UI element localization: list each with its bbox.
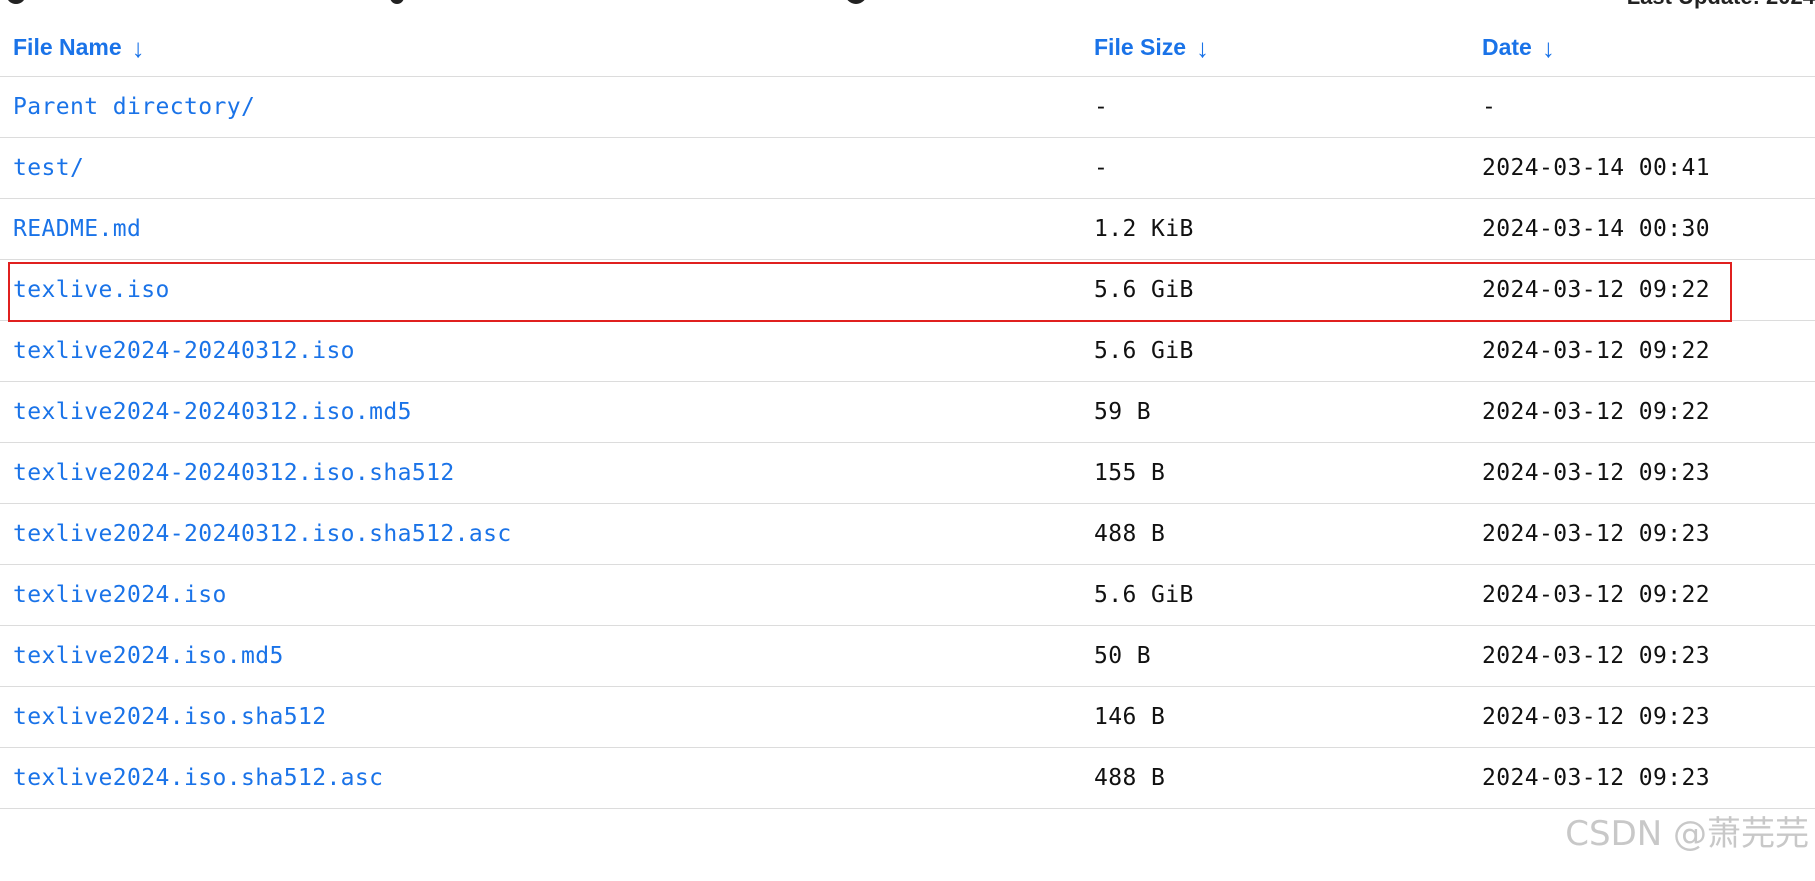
file-name-cell: texlive2024.iso.md5: [0, 625, 1081, 687]
file-link[interactable]: texlive2024.iso.sha512.asc: [13, 765, 383, 791]
file-link[interactable]: texlive2024-20240312.iso: [13, 338, 355, 364]
file-table: File Name ↓ File Size ↓ Date ↓ Parent direc…: [0, 16, 1815, 809]
file-name-cell: test/: [0, 137, 1081, 199]
file-link[interactable]: Parent directory/: [13, 94, 255, 120]
table-row: texlive2024.iso.md5 50 B 2024-03-12 09:2…: [0, 625, 1815, 687]
column-header-label: File Size: [1094, 33, 1187, 60]
file-date-cell: 2024-03-12 09:22: [1469, 259, 1815, 321]
file-size-cell: 488 B: [1081, 747, 1469, 809]
file-date-cell: 2024-03-12 09:23: [1469, 686, 1815, 748]
file-name-cell: README.md: [0, 198, 1081, 260]
file-size-cell: 50 B: [1081, 625, 1469, 687]
file-link[interactable]: texlive.iso: [13, 277, 170, 303]
last-update-label: Last Update: 2024: [1627, 0, 1815, 10]
file-link[interactable]: texlive2024.iso.sha512: [13, 704, 326, 730]
table-row: texlive2024.iso 5.6 GiB 2024-03-12 09:22: [0, 564, 1815, 626]
file-date-cell: -: [1469, 76, 1815, 138]
table-row: texlive2024.iso.sha512 146 B 2024-03-12 …: [0, 686, 1815, 748]
file-name-cell: texlive2024.iso: [0, 564, 1081, 626]
file-name-cell: texlive2024-20240312.iso: [0, 320, 1081, 382]
file-listing-page: Last Update: 2024 File Name ↓ File Size ↓ …: [0, 0, 1815, 881]
table-row: texlive2024.iso.sha512.asc 488 B 2024-03…: [0, 747, 1815, 809]
arrow-down-icon: ↓: [1196, 32, 1210, 63]
file-name-cell: texlive.iso: [0, 259, 1081, 321]
file-date-cell: 2024-03-12 09:23: [1469, 625, 1815, 687]
file-size-cell: 155 B: [1081, 442, 1469, 504]
file-date-cell: 2024-03-12 09:23: [1469, 503, 1815, 565]
column-header-file-size[interactable]: File Size ↓: [1081, 16, 1469, 77]
table-row: Parent directory/ - -: [0, 76, 1815, 138]
file-date-cell: 2024-03-12 09:22: [1469, 564, 1815, 626]
file-link[interactable]: texlive2024-20240312.iso.sha512.asc: [13, 521, 512, 547]
file-link[interactable]: texlive2024.iso.md5: [13, 643, 284, 669]
file-size-cell: 1.2 KiB: [1081, 198, 1469, 260]
column-header-file-name[interactable]: File Name ↓: [0, 16, 1081, 77]
page-title-cropped: [0, 0, 880, 4]
file-link[interactable]: texlive2024.iso: [13, 582, 227, 608]
file-name-cell: texlive2024-20240312.iso.sha512.asc: [0, 503, 1081, 565]
column-header-label: Date: [1482, 33, 1532, 60]
arrow-down-icon: ↓: [1541, 32, 1555, 63]
file-date-cell: 2024-03-12 09:23: [1469, 442, 1815, 504]
file-name-cell: texlive2024-20240312.iso.md5: [0, 381, 1081, 443]
file-size-cell: 5.6 GiB: [1081, 320, 1469, 382]
table-row: texlive2024-20240312.iso 5.6 GiB 2024-03…: [0, 320, 1815, 382]
column-header-label: File Name: [13, 33, 122, 60]
file-date-cell: 2024-03-12 09:22: [1469, 381, 1815, 443]
file-name-cell: Parent directory/: [0, 76, 1081, 138]
table-row: texlive2024-20240312.iso.sha512 155 B 20…: [0, 442, 1815, 504]
file-date-cell: 2024-03-14 00:30: [1469, 198, 1815, 260]
file-size-cell: 5.6 GiB: [1081, 259, 1469, 321]
table-row: texlive2024-20240312.iso.sha512.asc 488 …: [0, 503, 1815, 565]
file-size-cell: 146 B: [1081, 686, 1469, 748]
file-name-cell: texlive2024.iso.sha512.asc: [0, 747, 1081, 809]
file-size-cell: -: [1081, 76, 1469, 138]
file-link[interactable]: texlive2024-20240312.iso.md5: [13, 399, 412, 425]
file-size-cell: -: [1081, 137, 1469, 199]
table-row: test/ - 2024-03-14 00:41: [0, 137, 1815, 199]
column-header-date[interactable]: Date ↓: [1469, 16, 1815, 77]
table-row: README.md 1.2 KiB 2024-03-14 00:30: [0, 198, 1815, 260]
arrow-down-icon: ↓: [131, 32, 145, 63]
file-name-cell: texlive2024.iso.sha512: [0, 686, 1081, 748]
file-date-cell: 2024-03-12 09:22: [1469, 320, 1815, 382]
watermark: CSDN @萧芫芫: [1565, 814, 1809, 854]
file-name-cell: texlive2024-20240312.iso.sha512: [0, 442, 1081, 504]
file-size-cell: 5.6 GiB: [1081, 564, 1469, 626]
file-date-cell: 2024-03-14 00:41: [1469, 137, 1815, 199]
table-row: texlive2024-20240312.iso.md5 59 B 2024-0…: [0, 381, 1815, 443]
table-header-row: File Name ↓ File Size ↓ Date ↓: [0, 16, 1815, 77]
file-size-cell: 59 B: [1081, 381, 1469, 443]
file-link[interactable]: texlive2024-20240312.iso.sha512: [13, 460, 455, 486]
file-size-cell: 488 B: [1081, 503, 1469, 565]
table-row-highlighted: texlive.iso 5.6 GiB 2024-03-12 09:22: [0, 259, 1815, 321]
file-link[interactable]: README.md: [13, 216, 141, 242]
file-link[interactable]: test/: [13, 155, 84, 181]
file-date-cell: 2024-03-12 09:23: [1469, 747, 1815, 809]
